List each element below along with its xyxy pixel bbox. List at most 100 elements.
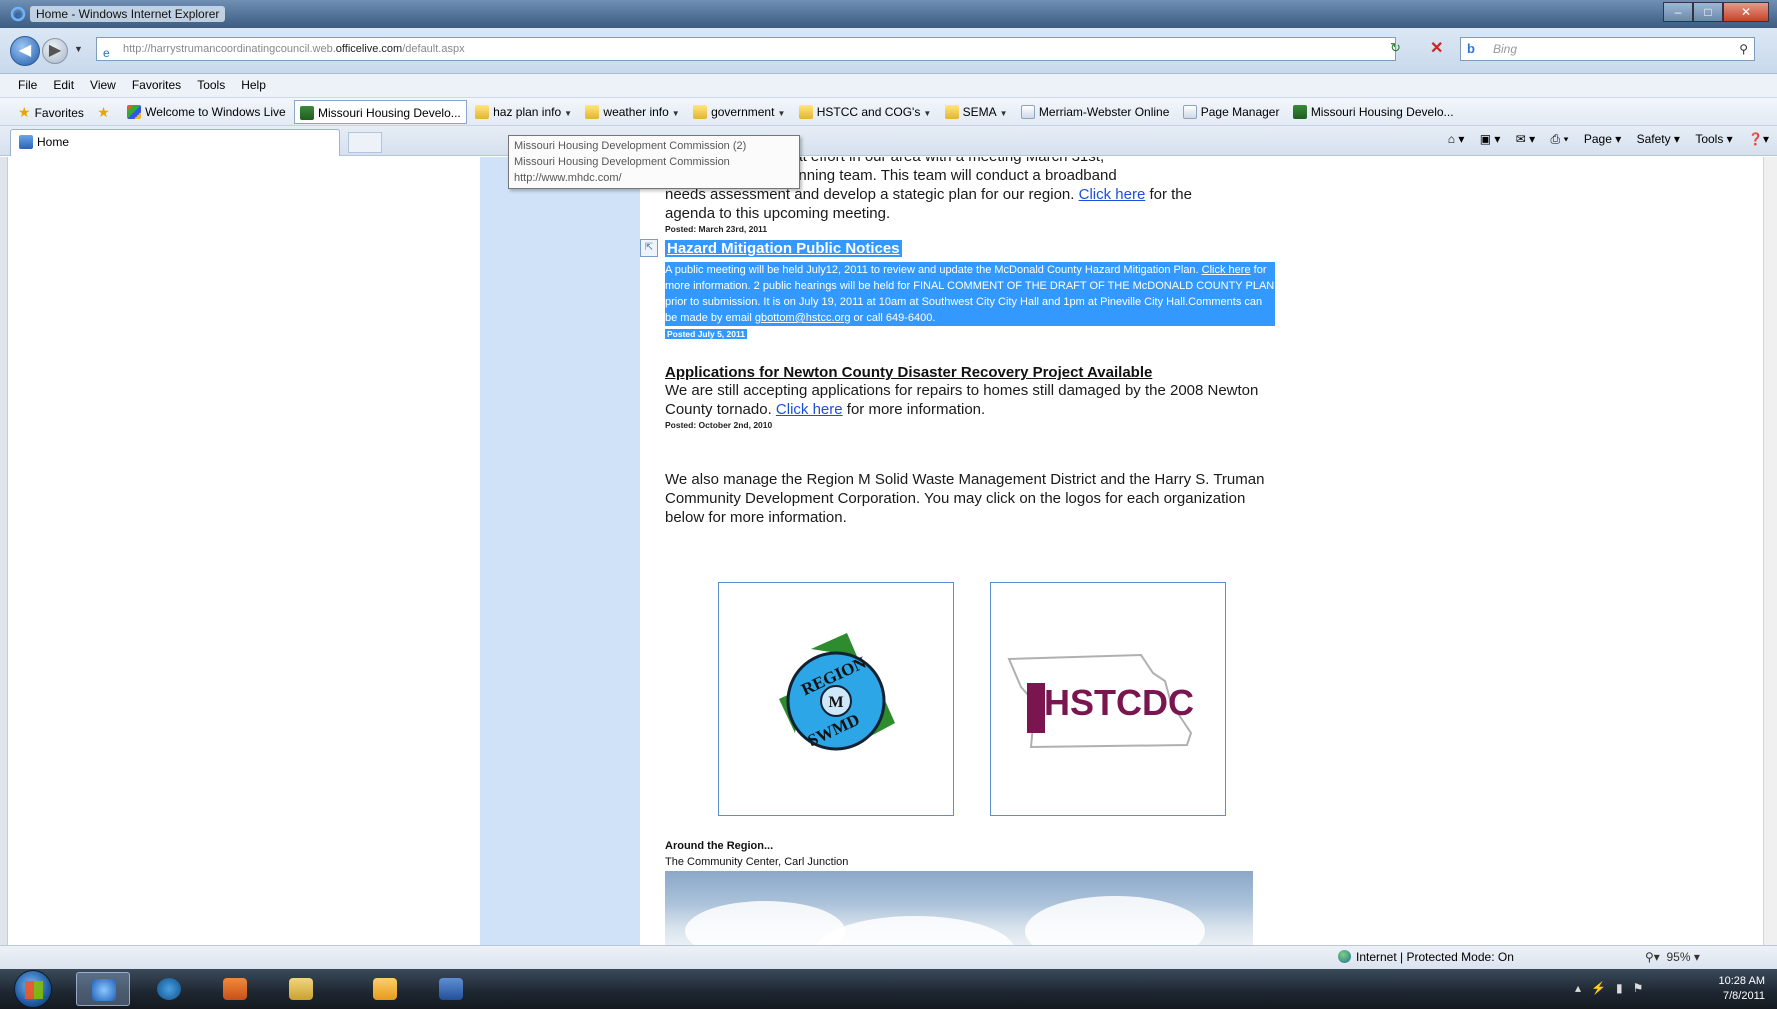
fav-folder-sema[interactable]: SEMA ▼: [940, 100, 1013, 124]
vertical-scrollbar[interactable]: [1763, 157, 1777, 945]
tab-bar: Home ⌂ ▾ ▣ ▾ ✉ ▾ ⎙ ▾ Page ▾ Safety ▾ Too…: [0, 126, 1777, 156]
taskbar-outlook[interactable]: [358, 972, 412, 1006]
minimize-button[interactable]: –: [1663, 2, 1693, 22]
folder-icon: [944, 105, 959, 119]
taskbar: ▴⚡▮⚑ 10:28 AM 7/8/2011: [0, 969, 1777, 1009]
back-button[interactable]: ◀: [10, 36, 40, 66]
mail-icon[interactable]: ✉ ▾: [1516, 132, 1535, 146]
tools-menu[interactable]: Tools ▾: [1695, 132, 1732, 146]
security-zone[interactable]: Internet | Protected Mode: On: [1338, 950, 1514, 964]
clock-time: 10:28 AM: [1718, 975, 1765, 987]
menu-file[interactable]: File: [0, 74, 45, 96]
fav-item-mhdc[interactable]: Missouri Housing Develo...: [294, 100, 467, 124]
hazard-link[interactable]: Click here: [1202, 264, 1251, 276]
clock[interactable]: 10:28 AM 7/8/2011: [1719, 974, 1765, 1004]
newton-paragraph: We are still accepting applications for …: [665, 381, 1275, 419]
word-icon: [439, 978, 463, 1000]
region-m-logo-link[interactable]: M REGION SWMD: [718, 582, 954, 816]
posted-date: Posted: March 23rd, 2011: [665, 224, 768, 234]
print-icon[interactable]: ⎙ ▾: [1551, 132, 1569, 146]
url-input[interactable]: e http://harrystrumancoordinatingcouncil.…: [96, 37, 1396, 61]
fav-item-page-manager[interactable]: Page Manager: [1178, 100, 1285, 124]
chevron-down-icon: ▼: [671, 109, 680, 118]
bing-icon: b: [1467, 41, 1475, 56]
hazard-text: A public meeting will be held July12, 20…: [665, 264, 1199, 276]
logo-region-m-letter: M: [828, 694, 843, 711]
title-bar: e Home - Windows Internet Explorer – □ ✕: [0, 0, 1777, 28]
fav-label: weather info: [603, 105, 669, 119]
tab-home[interactable]: Home: [10, 129, 340, 156]
taskbar-media[interactable]: [208, 972, 262, 1006]
folder-icon: [798, 105, 813, 119]
home-icon[interactable]: ⌂ ▾: [1448, 132, 1465, 146]
agenda-link[interactable]: Click here: [1079, 186, 1146, 203]
start-button[interactable]: [14, 970, 52, 1008]
help-icon[interactable]: ❓▾: [1748, 132, 1769, 146]
fav-label: SEMA: [962, 105, 997, 119]
intro-text: for the: [1149, 186, 1192, 203]
chevron-down-icon: ▼: [923, 109, 932, 118]
maximize-button[interactable]: □: [1693, 2, 1723, 22]
fav-label: government: [711, 105, 775, 119]
expand-icon[interactable]: ⇱: [640, 239, 658, 257]
star-icon: ★: [18, 104, 31, 120]
menu-tools[interactable]: Tools: [189, 74, 233, 96]
fav-item-merriam-webster[interactable]: Merriam-Webster Online: [1016, 100, 1174, 124]
clock-date: 7/8/2011: [1722, 990, 1765, 1002]
forward-button[interactable]: ▶: [42, 38, 68, 64]
manage-paragraph: We also manage the Region M Solid Waste …: [665, 471, 1265, 526]
menu-view[interactable]: View: [82, 74, 124, 96]
status-bar: Internet | Protected Mode: On ⚲▾ 95% ▾: [0, 945, 1777, 969]
tab-label: Home: [37, 135, 70, 149]
fav-item-mhdc-2[interactable]: Missouri Housing Develo...: [1288, 100, 1459, 124]
house-icon: [1292, 105, 1307, 119]
feeds-icon[interactable]: ▣ ▾: [1480, 132, 1501, 146]
fav-folder-haz-plan[interactable]: haz plan info ▼: [470, 100, 577, 124]
newton-link[interactable]: Click here: [776, 401, 843, 418]
fav-label: HSTCC and COG's: [816, 105, 921, 119]
ie-icon: [92, 979, 116, 1001]
fav-folder-weather[interactable]: weather info ▼: [580, 100, 684, 124]
taskbar-explorer[interactable]: [274, 972, 328, 1006]
tray-icons[interactable]: ▴⚡▮⚑: [1575, 981, 1653, 995]
ie-page-icon: [19, 135, 33, 149]
new-tab-button[interactable]: [348, 132, 382, 153]
page-icon: [1182, 105, 1197, 119]
search-placeholder: Bing: [1493, 42, 1518, 56]
tooltip-line: Missouri Housing Development Commission: [514, 156, 730, 168]
fav-folder-government[interactable]: government ▼: [688, 100, 790, 124]
recent-pages-dropdown-icon[interactable]: ▼: [74, 44, 83, 54]
fav-folder-hstcc[interactable]: HSTCC and COG's ▼: [794, 100, 937, 124]
menu-help[interactable]: Help: [233, 74, 274, 96]
hp-icon: [157, 978, 181, 1000]
zoom-level: 95%: [1666, 950, 1691, 964]
folder-icon: [693, 105, 708, 119]
add-favorite-button[interactable]: ★: [92, 100, 119, 124]
close-button[interactable]: ✕: [1723, 2, 1769, 22]
favorites-button[interactable]: ★ Favorites: [0, 100, 89, 124]
url-domain: officelive.com: [335, 43, 403, 55]
hazard-heading[interactable]: Hazard Mitigation Public Notices: [665, 240, 902, 257]
intro-line: agenda to this upcoming meeting.: [665, 205, 891, 222]
taskbar-word[interactable]: [424, 972, 478, 1006]
menu-edit[interactable]: Edit: [45, 74, 82, 96]
fav-item-windows-live[interactable]: Welcome to Windows Live: [122, 100, 291, 124]
menu-favorites[interactable]: Favorites: [124, 74, 189, 96]
fav-label: Page Manager: [1200, 105, 1280, 119]
window-controls: – □ ✕: [1663, 2, 1769, 22]
zoom-control[interactable]: ⚲▾ 95% ▾: [1645, 950, 1700, 964]
email-link[interactable]: gbottom@hstcc.org: [755, 312, 851, 324]
safety-menu[interactable]: Safety ▾: [1637, 132, 1680, 146]
refresh-icon[interactable]: ↻: [1390, 40, 1401, 56]
search-input[interactable]: b Bing ⚲: [1460, 37, 1755, 61]
hstcdc-logo-link[interactable]: HSTCDC: [990, 582, 1226, 816]
hazard-notice: A public meeting will be held July12, 20…: [665, 262, 1275, 326]
taskbar-ie[interactable]: [76, 972, 130, 1006]
search-icon[interactable]: ⚲: [1739, 38, 1748, 60]
taskbar-hp[interactable]: [142, 972, 196, 1006]
chevron-down-icon: ▼: [777, 109, 786, 118]
page-menu[interactable]: Page ▾: [1584, 132, 1621, 146]
tooltip-line: http://www.mhdc.com/: [514, 172, 622, 184]
newton-heading[interactable]: Applications for Newton County Disaster …: [665, 364, 1275, 381]
stop-icon[interactable]: ✕: [1430, 38, 1443, 58]
